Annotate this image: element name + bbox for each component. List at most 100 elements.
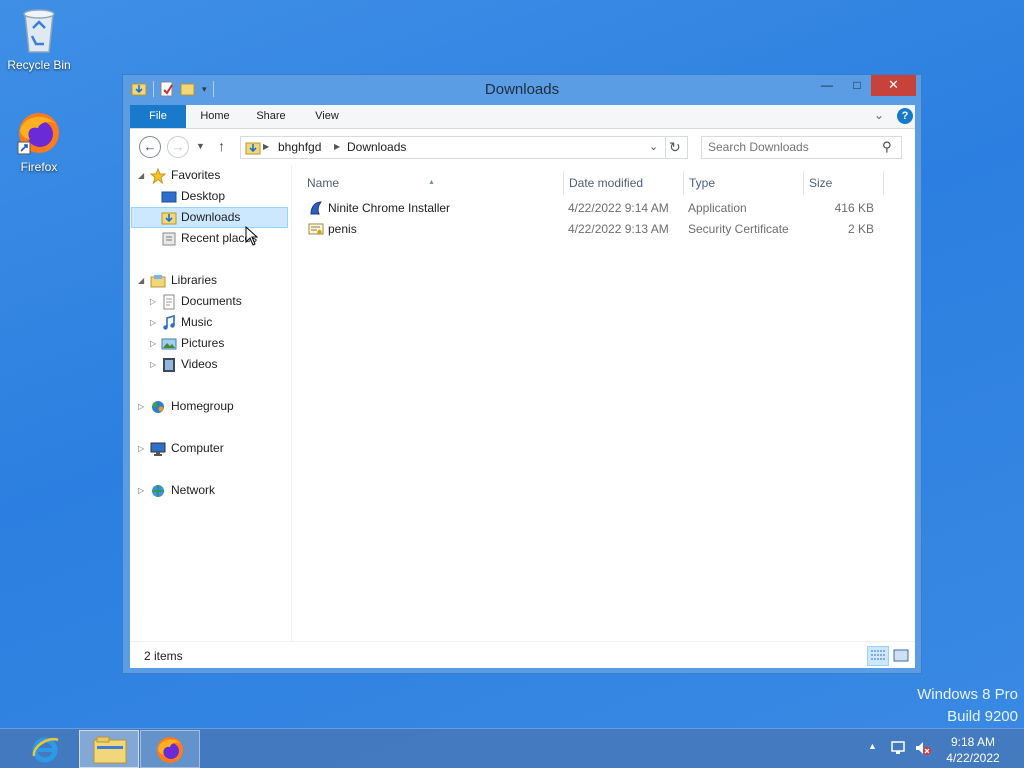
tab-share[interactable]: Share	[248, 105, 294, 128]
refresh-icon[interactable]: ↻	[669, 139, 681, 156]
sort-ascending-icon: ▲	[428, 179, 435, 186]
tree-item-pictures[interactable]: ▷ Pictures	[150, 333, 288, 354]
expand-ribbon-icon[interactable]: ⌄	[874, 108, 884, 122]
explorer-window: ▾ Downloads — □ ✕ File Home Share View ⌄…	[122, 74, 922, 674]
file-row-penis[interactable]: penis 4/22/2022 9:13 AM Security Certifi…	[301, 219, 901, 240]
collapsed-arrow-icon[interactable]: ▷	[150, 333, 160, 354]
address-bar[interactable]: ▶ bhghfgd ▶ Downloads ⌄ ↻	[240, 136, 688, 159]
tree-item-desktop[interactable]: Desktop	[158, 186, 288, 207]
volume-muted-icon[interactable]	[914, 740, 932, 756]
taskbar-internet-explorer[interactable]	[14, 730, 76, 768]
certificate-icon	[308, 223, 324, 235]
large-icons-view-button[interactable]	[890, 646, 912, 666]
collapsed-arrow-icon[interactable]: ▷	[138, 438, 148, 459]
network-status-icon[interactable]	[890, 740, 908, 756]
taskbar-file-explorer[interactable]	[79, 730, 139, 768]
tree-label: Favorites	[171, 168, 221, 182]
file-row-ninite[interactable]: Ninite Chrome Installer 4/22/2022 9:14 A…	[301, 198, 901, 219]
tree-label: Desktop	[181, 189, 226, 203]
desktop-icon-label: Recycle Bin	[7, 58, 71, 72]
window-title: Downloads	[484, 81, 560, 98]
collapsed-arrow-icon[interactable]: ▷	[138, 396, 148, 417]
minimize-button[interactable]: —	[813, 75, 841, 96]
tree-network[interactable]: ▷ Network	[138, 480, 288, 501]
details-view-icon	[871, 650, 885, 660]
clock-date[interactable]: 4/22/2022	[940, 751, 1006, 765]
column-header-type[interactable]: Type	[684, 171, 804, 195]
star-icon	[150, 168, 166, 184]
tab-home[interactable]: Home	[192, 105, 238, 128]
show-hidden-icons-icon[interactable]: ▲	[868, 741, 877, 751]
tree-libraries[interactable]: ◢ Libraries	[138, 270, 288, 291]
chevron-down-icon[interactable]: ⌄	[649, 140, 658, 153]
search-icon[interactable]: ⚲	[882, 139, 892, 155]
expanded-arrow-icon[interactable]: ◢	[138, 165, 148, 186]
recent-places-icon	[162, 232, 176, 246]
tree-favorites[interactable]: ◢ Favorites	[138, 165, 288, 186]
folder-downloads-icon	[161, 212, 177, 225]
recent-locations-button[interactable]: ▼	[196, 141, 205, 151]
breadcrumb-downloads[interactable]: Downloads	[347, 140, 406, 154]
mouse-cursor-icon	[245, 226, 259, 246]
music-icon	[163, 315, 175, 330]
tree-label: Videos	[181, 357, 218, 371]
file-type: Application	[688, 201, 747, 215]
network-icon	[152, 485, 164, 497]
tree-label: Libraries	[171, 273, 218, 287]
collapsed-arrow-icon[interactable]: ▷	[150, 312, 160, 333]
breadcrumb-separator-icon[interactable]: ▶	[334, 142, 340, 151]
taskbar-firefox[interactable]	[140, 730, 200, 768]
tree-item-downloads[interactable]: Downloads	[131, 207, 288, 228]
file-size: 416 KB	[834, 201, 874, 215]
status-bar: 2 items	[130, 641, 915, 668]
clock-time[interactable]: 9:18 AM	[940, 735, 1006, 749]
expanded-arrow-icon[interactable]: ◢	[138, 270, 148, 291]
homegroup-icon	[152, 401, 164, 413]
search-box[interactable]: ⚲	[701, 136, 902, 159]
breadcrumb-separator-icon[interactable]: ▶	[263, 142, 269, 151]
help-icon[interactable]: ?	[897, 108, 913, 124]
breadcrumb-user[interactable]: bhghfgd	[278, 140, 321, 154]
tree-label: Music	[181, 315, 213, 329]
title-bar[interactable]: ▾ Downloads — □ ✕	[123, 75, 921, 105]
tree-item-documents[interactable]: ▷ Documents	[150, 291, 288, 312]
tree-label: Homegroup	[171, 399, 234, 413]
details-view-button[interactable]	[867, 646, 889, 666]
windows-watermark: Windows 8 Pro Build 9200	[917, 684, 1018, 728]
watermark-edition: Windows 8 Pro	[917, 686, 1018, 703]
videos-icon	[163, 358, 175, 372]
file-explorer-icon	[93, 736, 127, 764]
tree-item-videos[interactable]: ▷ Videos	[150, 354, 288, 375]
recycle-bin-icon	[23, 9, 55, 53]
tab-file[interactable]: File	[130, 105, 186, 128]
column-header-date-modified[interactable]: Date modified	[564, 171, 684, 195]
column-header-size[interactable]: Size	[804, 171, 884, 195]
collapsed-arrow-icon[interactable]: ▷	[150, 354, 160, 375]
tree-label: Documents	[181, 294, 242, 308]
close-button[interactable]: ✕	[871, 75, 916, 96]
tree-label: Network	[171, 483, 216, 497]
tab-view[interactable]: View	[306, 105, 348, 128]
file-date: 4/22/2022 9:14 AM	[568, 201, 669, 215]
file-date: 4/22/2022 9:13 AM	[568, 222, 669, 236]
ribbon-tabs: File Home Share View ⌄ ?	[130, 105, 915, 129]
collapsed-arrow-icon[interactable]: ▷	[150, 291, 160, 312]
desktop-icon-recycle-bin[interactable]: Recycle Bin	[1, 6, 77, 72]
search-input[interactable]	[708, 140, 873, 154]
tree-item-recent-places[interactable]: Recent places	[158, 228, 288, 249]
desktop-icon-firefox[interactable]: Firefox	[1, 110, 77, 174]
file-type: Security Certificate	[688, 222, 789, 236]
maximize-button[interactable]: □	[843, 75, 871, 96]
collapsed-arrow-icon[interactable]: ▷	[138, 480, 148, 501]
back-button[interactable]: ←	[139, 136, 161, 158]
file-row[interactable]	[302, 272, 892, 293]
up-button[interactable]: ↑	[218, 138, 225, 154]
taskbar: ▲ 9:18 AM 4/22/2022	[0, 728, 1024, 768]
documents-icon	[163, 294, 175, 310]
forward-button[interactable]: →	[167, 136, 189, 158]
tree-homegroup[interactable]: ▷ Homegroup	[138, 396, 288, 417]
tree-computer[interactable]: ▷ Computer	[138, 438, 288, 459]
column-header-name[interactable]: Name ▲	[302, 171, 564, 195]
desktop-icon-label: Firefox	[20, 160, 58, 174]
tree-item-music[interactable]: ▷ Music	[150, 312, 288, 333]
